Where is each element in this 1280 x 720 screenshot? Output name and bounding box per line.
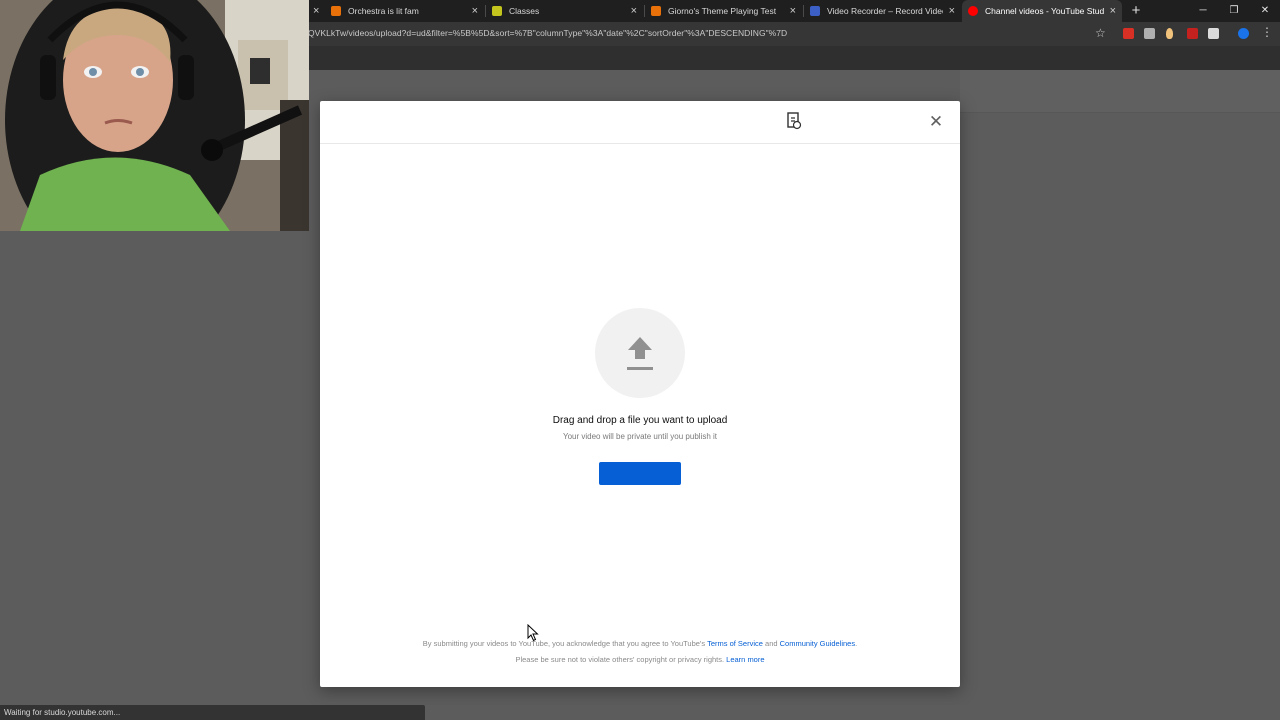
extension-pdf-icon[interactable] (1187, 28, 1198, 39)
webcam-image (0, 0, 309, 231)
new-tab-button[interactable]: + (1129, 2, 1143, 20)
webcam-overlay (0, 0, 309, 231)
tab-close-icon[interactable]: × (631, 5, 637, 17)
tab-video-recorder[interactable]: Video Recorder – Record Video o × (804, 0, 961, 22)
tab-favicon-icon (492, 6, 502, 16)
profile-avatar-icon[interactable] (1238, 28, 1249, 39)
legal-notice-line2: Please be sure not to violate others' co… (320, 655, 960, 664)
legal-period: . (855, 639, 858, 648)
browser-menu-icon[interactable]: ⋮ (1261, 25, 1273, 39)
legal-text: By submitting your videos to YouTube, yo… (422, 639, 706, 648)
tab-giorno[interactable]: Giorno's Theme Playing Test × (645, 0, 802, 22)
extension-shield-icon[interactable] (1166, 28, 1173, 39)
legal-notice-line1: By submitting your videos to YouTube, yo… (320, 639, 960, 648)
copyright-text: Please be sure not to violate others' co… (515, 655, 725, 664)
dialog-header: ✕ (320, 101, 960, 144)
select-files-button[interactable] (599, 462, 681, 485)
window-close-button[interactable]: ✕ (1250, 0, 1280, 22)
page-bottom-strip (425, 705, 1280, 720)
extension-notes-icon[interactable] (1208, 28, 1219, 39)
page-backdrop-strip (960, 70, 1280, 113)
upload-arrow-icon (627, 337, 653, 370)
mouse-cursor-icon (527, 624, 539, 642)
learn-more-link[interactable]: Learn more (726, 655, 764, 664)
url-field[interactable]: QVKLkTw/videos/upload?d=ud&filter=%5B%5D… (308, 28, 787, 38)
tab-youtube-studio[interactable]: Channel videos - YouTube Studio × (962, 0, 1122, 22)
restore-button[interactable]: ❐ (1219, 0, 1249, 22)
close-dialog-button[interactable]: ✕ (926, 112, 946, 132)
tab-close-icon[interactable]: × (790, 5, 796, 17)
feedback-icon[interactable] (786, 112, 802, 130)
tab-close-icon[interactable]: × (949, 5, 955, 17)
youtube-studio-favicon-icon (968, 6, 978, 16)
tab-title: Classes (509, 6, 540, 16)
tab-close-icon[interactable]: × (1110, 5, 1116, 17)
tab-title: Orchestra is lit fam (348, 6, 419, 16)
extension-abp-icon[interactable] (1123, 28, 1134, 39)
extension-screenshot-icon[interactable] (1144, 28, 1155, 39)
tab-close-icon[interactable]: × (313, 5, 319, 17)
bookmark-star-icon[interactable]: ☆ (1095, 26, 1106, 40)
minimize-button[interactable]: ─ (1188, 0, 1218, 22)
tab-title: Channel videos - YouTube Studio (985, 6, 1104, 16)
community-guidelines-link[interactable]: Community Guidelines (780, 639, 855, 648)
terms-of-service-link[interactable]: Terms of Service (707, 639, 763, 648)
legal-and-text: and (765, 639, 778, 648)
upload-videos-dialog: ✕ Drag and drop a file you want to uploa… (320, 101, 960, 687)
drag-drop-title: Drag and drop a file you want to upload (552, 415, 728, 426)
tab-classes[interactable]: Classes × (486, 0, 643, 22)
upload-drop-target[interactable] (595, 308, 685, 398)
tab-favicon-icon (810, 6, 820, 16)
tab-title: Video Recorder – Record Video o (827, 6, 943, 16)
tab-title: Giorno's Theme Playing Test (668, 6, 777, 16)
browser-status-bar: Waiting for studio.youtube.com... (0, 705, 425, 720)
tab-close-icon[interactable]: × (472, 5, 478, 17)
tab-orchestra[interactable]: Orchestra is lit fam × (325, 0, 484, 22)
privacy-subtitle: Your video will be private until you pub… (562, 432, 717, 441)
tab-favicon-icon (651, 6, 661, 16)
tab-favicon-icon (331, 6, 341, 16)
